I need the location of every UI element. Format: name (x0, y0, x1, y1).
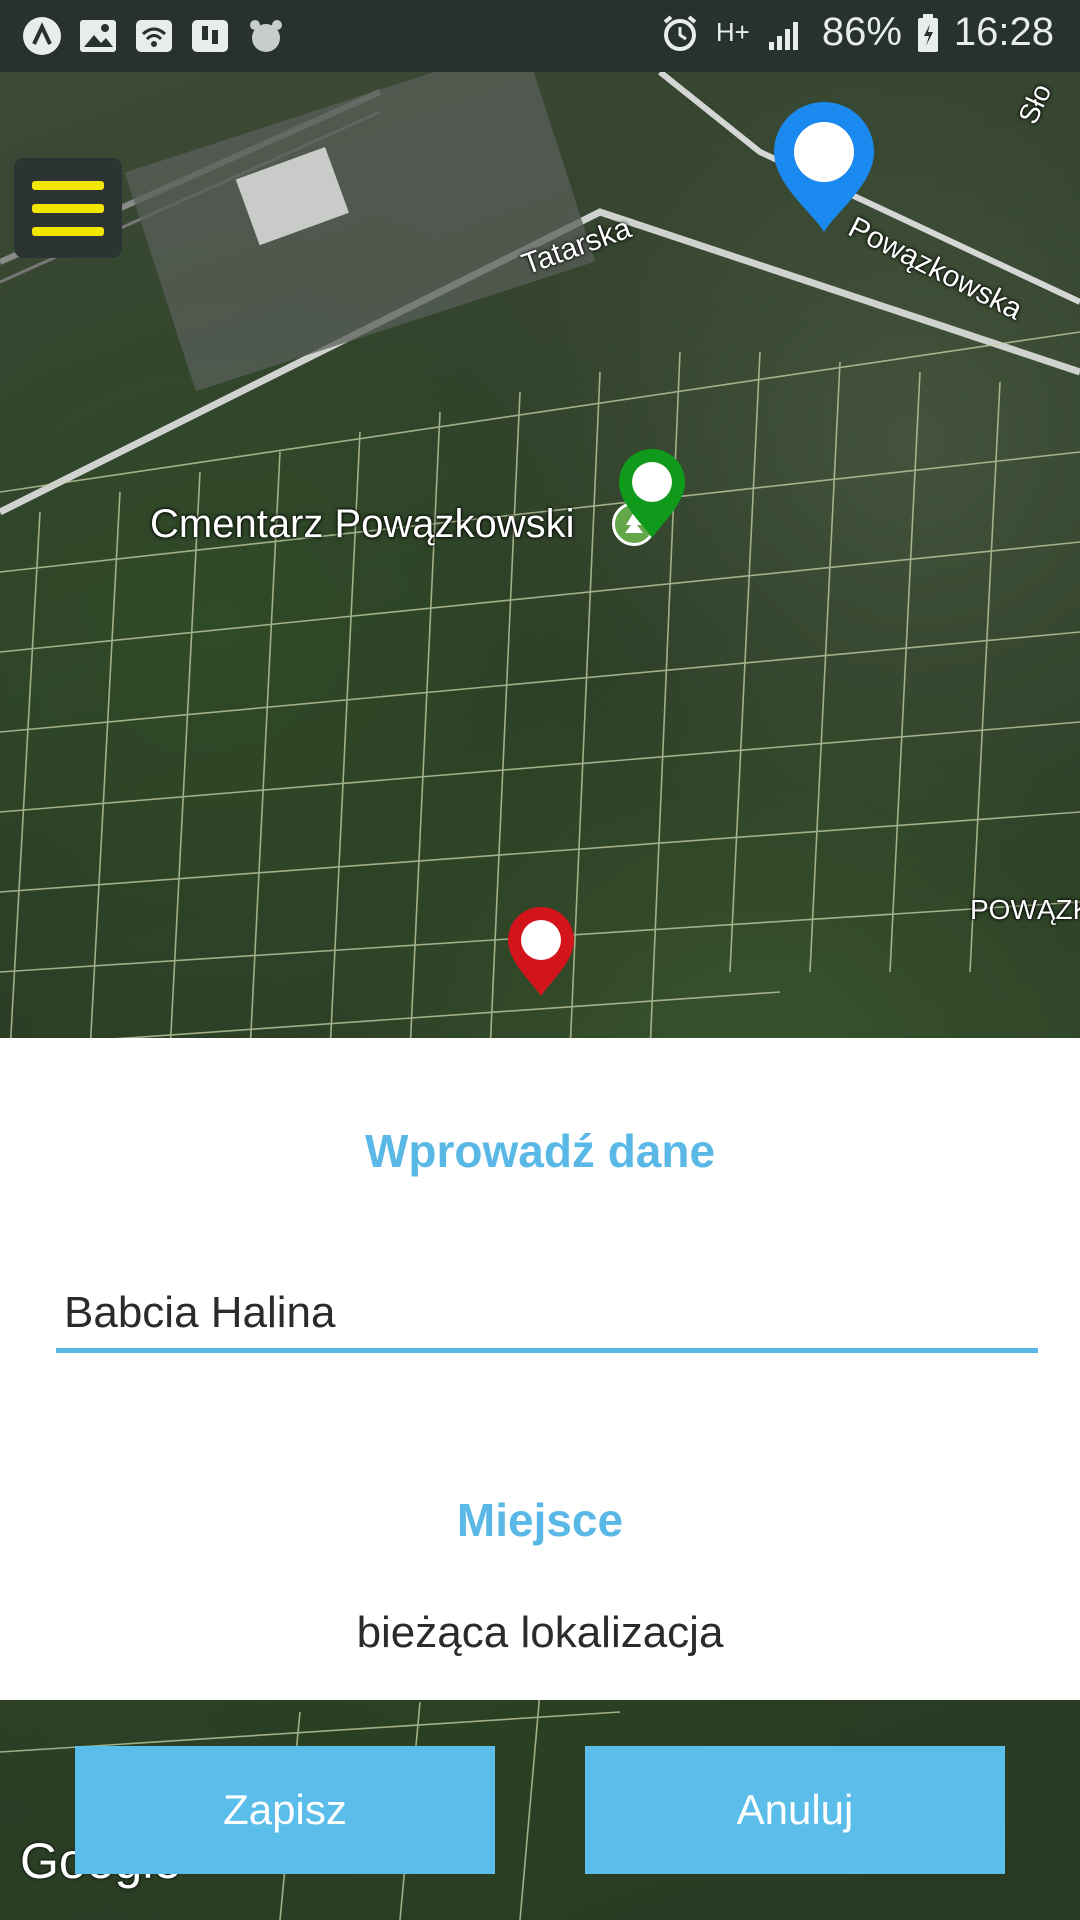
hamburger-menu-button[interactable] (14, 158, 122, 258)
wifi-icon (132, 14, 176, 58)
menu-bar-icon (32, 203, 104, 213)
image-icon (76, 14, 120, 58)
data-entry-panel: Wprowadź dane Miejsce bieżąca lokalizacj… (0, 1038, 1080, 1700)
cancel-button[interactable]: Anuluj (585, 1746, 1005, 1874)
alarm-icon (658, 11, 702, 55)
status-bar: H+ 86% 16:28 (0, 0, 1080, 72)
place-label: Miejsce (456, 1494, 624, 1546)
cemetery-label: Cmentarz Powązkowski (150, 502, 575, 546)
battery-percent: 86% (821, 10, 902, 54)
network-type: H+ (715, 17, 750, 47)
alarm-clock-icon (244, 14, 288, 58)
name-input[interactable] (56, 1278, 1038, 1353)
cemetery-pin-icon[interactable] (617, 448, 687, 540)
menu-bar-icon (32, 180, 104, 190)
selected-place-pin-icon[interactable] (506, 906, 576, 998)
system-status: H+ 86% 16:28 (658, 10, 1054, 55)
save-button[interactable]: Zapisz (75, 1746, 495, 1874)
district-label: POWĄZK (970, 894, 1080, 925)
signal-icon (764, 11, 808, 55)
menu-bar-icon (32, 226, 104, 236)
place-value[interactable]: bieżąca lokalizacja (0, 1608, 1080, 1658)
tasks-icon (188, 14, 232, 58)
form-title: Wprowadź dane (364, 1125, 716, 1177)
clock: 16:28 (953, 10, 1054, 54)
battery-icon (916, 11, 940, 55)
current-location-pin-icon[interactable] (772, 102, 876, 234)
notification-icons (20, 14, 288, 58)
app-a-icon (20, 14, 64, 58)
